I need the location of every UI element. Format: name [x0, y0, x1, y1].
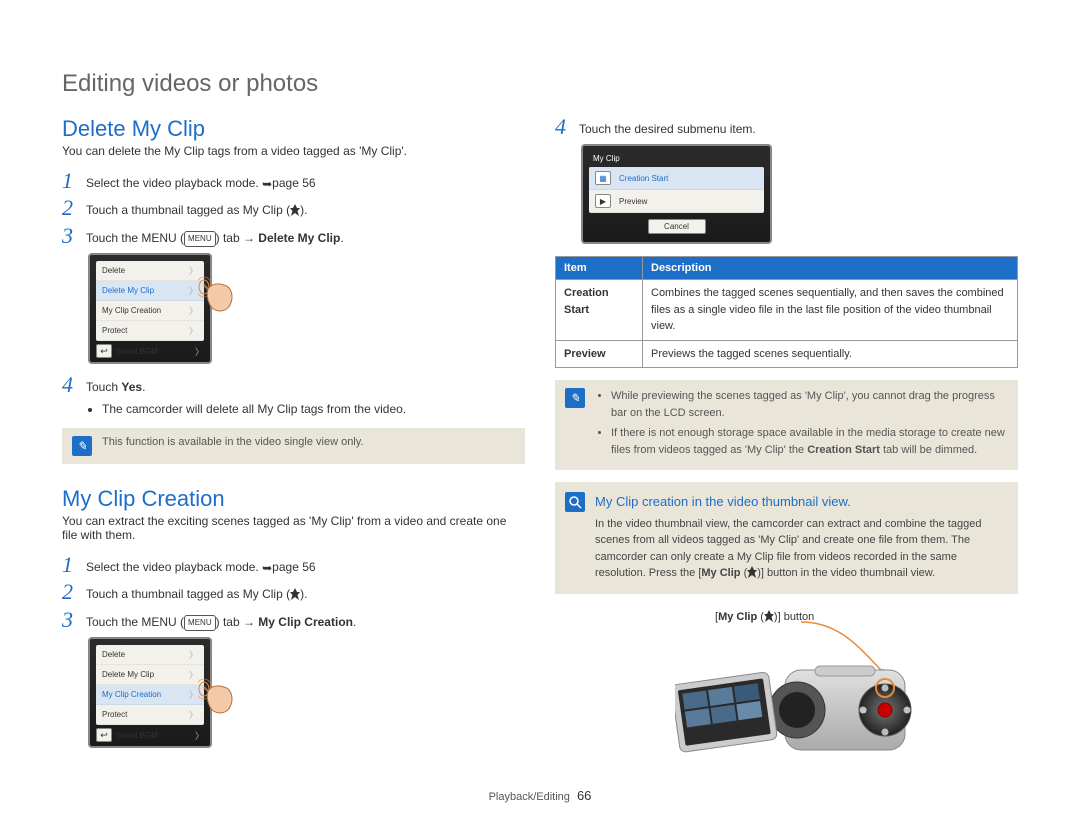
submenu-title: My Clip — [589, 152, 764, 167]
creation-screenshot: Delete〉 Delete My Clip〉 My Clip Creation… — [88, 637, 212, 748]
chevron-right-icon: 〉 — [189, 688, 198, 701]
menu-badge-icon: MENU — [184, 231, 216, 247]
my-clip-icon — [290, 203, 300, 221]
page-footer: Playback/Editing 66 — [62, 788, 1018, 803]
my-clip-icon — [290, 587, 300, 605]
menu-item-smart-bgm[interactable]: Smart BGM — [116, 347, 158, 356]
step-number: 3 — [62, 225, 86, 247]
table-row: Creation Start Combines the tagged scene… — [556, 280, 1018, 341]
delete-screenshot: Delete〉 Delete My Clip〉 My Clip Creation… — [88, 253, 212, 364]
note-bullet-2: If there is not enough storage space ava… — [611, 425, 1008, 458]
note-bullet-1: While previewing the scenes tagged as 'M… — [611, 388, 1008, 421]
play-icon: ▶ — [595, 194, 611, 208]
creation-step-3: Touch the MENU (MENU) tab → My Clip Crea… — [86, 609, 356, 631]
step-number: 3 — [62, 609, 86, 631]
page-ref-arrow-icon: ➥ — [262, 177, 272, 191]
menu-item-protect[interactable]: Protect〉 — [96, 705, 204, 725]
my-clip-icon — [764, 610, 774, 625]
step-number: 2 — [62, 197, 86, 219]
svg-text:T: T — [905, 709, 909, 715]
th-description: Description — [643, 257, 1018, 280]
camcorder-illustration: [My Clip ()] button — [555, 610, 1018, 780]
delete-step-3: Touch the MENU (MENU) tab → Delete My Cl… — [86, 225, 344, 247]
my-clip-icon — [747, 566, 757, 584]
delete-step-1: Select the video playback mode. ➥page 56 — [86, 170, 316, 193]
cancel-button[interactable]: Cancel — [648, 219, 706, 234]
chevron-right-icon: 〉 — [195, 345, 204, 358]
menu-item-my-clip-creation[interactable]: My Clip Creation〉 — [96, 301, 204, 321]
right-column: 4 Touch the desired submenu item. My Cli… — [555, 116, 1018, 780]
step-number: 1 — [62, 554, 86, 576]
chevron-right-icon: 〉 — [195, 729, 204, 742]
touch-hand-icon — [198, 275, 240, 318]
page-ref-arrow-icon: ➥ — [262, 561, 272, 575]
submenu-screenshot: My Clip ▦ Creation Start ▶ Preview Cance… — [581, 144, 772, 244]
creation-steps: 1 Select the video playback mode. ➥page … — [62, 554, 525, 631]
chevron-right-icon: 〉 — [189, 668, 198, 681]
magnifier-icon — [565, 492, 585, 512]
menu-item-delete-my-clip[interactable]: Delete My Clip〉 — [96, 281, 204, 301]
chevron-right-icon: 〉 — [189, 284, 198, 297]
video-strip-icon: ▦ — [595, 171, 611, 185]
step-number: 4 — [555, 116, 579, 138]
table-row: Preview Previews the tagged scenes seque… — [556, 340, 1018, 368]
camcorder-icon: W T — [675, 640, 935, 780]
info-title: My Clip creation in the video thumbnail … — [595, 492, 1008, 512]
note-text: This function is available in the video … — [102, 436, 364, 448]
back-icon[interactable]: ↩ — [96, 344, 112, 358]
note-icon: ✎ — [72, 436, 92, 456]
chevron-right-icon: 〉 — [189, 648, 198, 661]
back-icon[interactable]: ↩ — [96, 728, 112, 742]
step-number: 2 — [62, 581, 86, 603]
chevron-right-icon: 〉 — [189, 708, 198, 721]
chevron-right-icon: 〉 — [189, 304, 198, 317]
left-column: Delete My Clip You can delete the My Cli… — [62, 116, 525, 780]
step-number: 1 — [62, 170, 86, 192]
svg-text:W: W — [861, 709, 867, 715]
callout-label: [My Clip ()] button — [715, 610, 814, 625]
delete-step-4: Touch Yes. — [86, 374, 145, 396]
menu-item-delete[interactable]: Delete〉 — [96, 261, 204, 281]
creation-step-1: Select the video playback mode. ➥page 56 — [86, 554, 316, 577]
menu-badge-icon: MENU — [184, 615, 216, 631]
delete-my-clip-heading: Delete My Clip — [62, 116, 525, 142]
delete-intro: You can delete the My Clip tags from a v… — [62, 144, 525, 158]
menu-item-smart-bgm[interactable]: Smart BGM — [116, 731, 158, 740]
description-table: Item Description Creation Start Combines… — [555, 256, 1018, 368]
note-box: ✎ This function is available in the vide… — [62, 428, 525, 464]
delete-steps: 1 Select the video playback mode. ➥page … — [62, 170, 525, 247]
touch-hand-icon — [198, 677, 240, 720]
my-clip-creation-heading: My Clip Creation — [62, 486, 525, 512]
footer-section: Playback/Editing — [489, 791, 570, 803]
chevron-right-icon: 〉 — [189, 264, 198, 277]
note-icon: ✎ — [565, 388, 585, 408]
menu-item-protect[interactable]: Protect〉 — [96, 321, 204, 341]
chevron-right-icon: 〉 — [189, 324, 198, 337]
page-number: 66 — [577, 788, 591, 803]
delete-step-4-sub: The camcorder will delete all My Clip ta… — [102, 400, 525, 418]
th-item: Item — [556, 257, 643, 280]
creation-intro: You can extract the exciting scenes tagg… — [62, 514, 525, 542]
creation-step-4: Touch the desired submenu item. — [579, 116, 756, 138]
creation-step-2: Touch a thumbnail tagged as My Clip (). — [86, 581, 307, 605]
page-title: Editing videos or photos — [62, 70, 1018, 98]
info-box: My Clip creation in the video thumbnail … — [555, 482, 1018, 594]
menu-item-delete-my-clip[interactable]: Delete My Clip〉 — [96, 665, 204, 685]
menu-item-my-clip-creation[interactable]: My Clip Creation〉 — [96, 685, 204, 705]
submenu-preview[interactable]: ▶ Preview — [589, 190, 764, 213]
info-body-text: In the video thumbnail view, the camcord… — [595, 516, 1008, 584]
warning-note-box: ✎ While previewing the scenes tagged as … — [555, 380, 1018, 470]
delete-step-2: Touch a thumbnail tagged as My Clip (). — [86, 197, 307, 221]
step-number: 4 — [62, 374, 86, 396]
menu-item-delete[interactable]: Delete〉 — [96, 645, 204, 665]
submenu-creation-start[interactable]: ▦ Creation Start — [589, 167, 764, 190]
